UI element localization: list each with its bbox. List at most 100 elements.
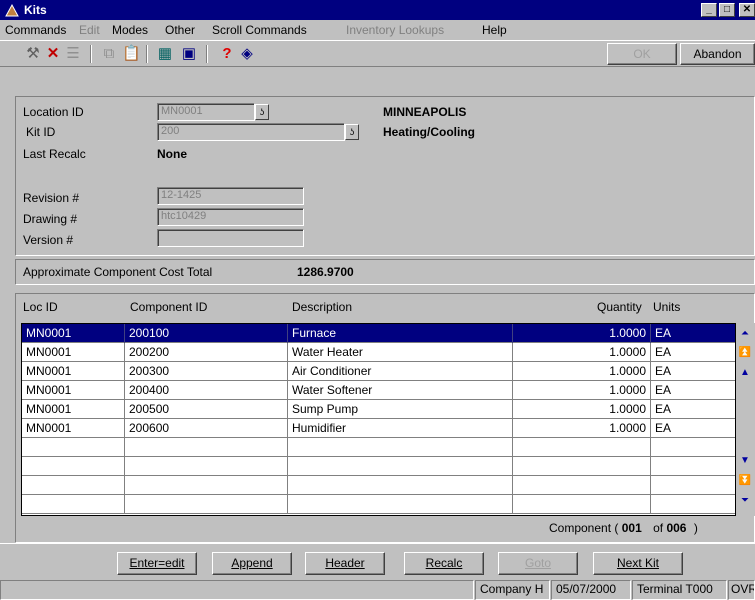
header-panel <box>15 96 755 256</box>
cell-quantity: 1.0000 <box>513 343 651 362</box>
toolbar-separator <box>146 45 148 63</box>
kit-lookup-button[interactable]: ʖ <box>345 124 359 140</box>
cell-loc-id <box>22 495 125 514</box>
col-quantity[interactable]: Quantity <box>597 300 642 314</box>
table-row[interactable]: MN0001 200600 Humidifier 1.0000 EA <box>22 419 735 438</box>
cell-units <box>651 476 716 495</box>
cell-description: Furnace <box>288 324 513 343</box>
menu-edit[interactable]: Edit <box>79 23 100 37</box>
grid-scrollbar[interactable]: ⏶ ⏫ ▲ ▼ ⏬ ⏷ <box>736 323 755 516</box>
col-units[interactable]: Units <box>653 300 680 314</box>
status-mode: OVR <box>728 580 755 600</box>
menu-modes[interactable]: Modes <box>112 23 148 37</box>
cell-units: EA <box>655 326 672 340</box>
location-id-label: Location ID <box>23 105 84 119</box>
help-icon[interactable]: ? <box>218 46 236 62</box>
table-row[interactable] <box>22 495 735 514</box>
calculator-icon[interactable]: ▦ <box>156 46 174 62</box>
cell-loc-id: MN0001 <box>22 343 125 362</box>
cell-description: Humidifier <box>288 419 513 438</box>
version-label: Version # <box>23 233 74 247</box>
version-field[interactable] <box>157 229 304 247</box>
scroll-page-up-icon[interactable]: ⏫ <box>738 347 752 361</box>
last-recalc-label: Last Recalc <box>23 147 86 161</box>
ok-button[interactable]: OK <box>607 43 677 65</box>
minimize-button[interactable]: _ <box>701 3 717 17</box>
maximize-button[interactable]: □ <box>719 3 735 17</box>
kit-id-field[interactable]: 200 <box>157 123 345 141</box>
cell-quantity: 1.0000 <box>513 400 651 419</box>
menu-commands[interactable]: Commands <box>5 23 66 37</box>
cell-component-id: 200600 <box>125 419 288 438</box>
table-row[interactable] <box>22 476 735 495</box>
drawing-field[interactable]: htc10429 <box>157 208 304 226</box>
scroll-up-icon[interactable]: ▲ <box>738 367 752 381</box>
menu-inventory-lookups[interactable]: Inventory Lookups <box>346 23 444 37</box>
scroll-page-down-icon[interactable]: ⏬ <box>738 475 752 489</box>
col-loc-id[interactable]: Loc ID <box>23 300 58 314</box>
header-button[interactable]: Header <box>305 552 385 575</box>
menu-other[interactable]: Other <box>165 23 195 37</box>
revision-field[interactable]: 12-1425 <box>157 187 304 205</box>
delete-icon[interactable]: ✕ <box>44 46 62 62</box>
cell-quantity: 1.0000 <box>513 324 651 343</box>
location-id-field[interactable]: MN0001 <box>157 103 255 121</box>
kits-app-icon <box>5 3 19 17</box>
append-button[interactable]: Append <box>212 552 292 575</box>
cost-total-label: Approximate Component Cost Total <box>23 265 213 279</box>
cell-loc-id: MN0001 <box>22 381 125 400</box>
cell-units: EA <box>655 421 672 435</box>
cost-total-value: 1286.9700 <box>297 265 354 279</box>
book-icon[interactable]: ◈ <box>238 46 256 62</box>
cell-component-id: 200500 <box>125 400 288 419</box>
status-terminal: Terminal T000 <box>632 580 727 600</box>
menu-help[interactable]: Help <box>482 23 507 37</box>
cell-loc-id: MN0001 <box>22 362 125 381</box>
next-kit-button[interactable]: Next Kit <box>593 552 683 575</box>
abandon-button[interactable]: Abandon <box>680 43 755 65</box>
table-row[interactable]: MN0001 200200 Water Heater 1.0000 EA <box>22 343 735 362</box>
col-component-id[interactable]: Component ID <box>130 300 207 314</box>
cell-quantity <box>513 457 651 476</box>
last-recalc-value: None <box>157 147 187 161</box>
window-title: Kits <box>24 3 47 17</box>
recalc-button[interactable]: Recalc <box>404 552 484 575</box>
scroll-bottom-icon[interactable]: ⏷ <box>738 495 752 509</box>
calendar-icon[interactable]: ▣ <box>180 46 198 62</box>
title-bar: Kits _ □ ✕ <box>0 0 755 20</box>
col-description[interactable]: Description <box>292 300 352 314</box>
table-row[interactable]: MN0001 200500 Sump Pump 1.0000 EA <box>22 400 735 419</box>
list-icon[interactable]: ☰ <box>64 46 82 62</box>
cell-loc-id <box>22 457 125 476</box>
menu-bar: Commands Edit Modes Other Scroll Command… <box>0 20 755 40</box>
cell-component-id <box>125 495 288 514</box>
cell-loc-id: MN0001 <box>22 419 125 438</box>
location-lookup-button[interactable]: ʖ <box>255 104 269 120</box>
goto-button[interactable]: Goto <box>498 552 578 575</box>
scroll-down-icon[interactable]: ▼ <box>738 455 752 469</box>
cell-component-id <box>125 438 288 457</box>
copy-icon[interactable]: ⧉ <box>100 46 118 62</box>
table-row[interactable]: MN0001 200400 Water Softener 1.0000 EA <box>22 381 735 400</box>
tools-icon[interactable]: ⚒ <box>24 46 42 62</box>
cell-units <box>651 438 716 457</box>
cell-quantity <box>513 495 651 514</box>
cell-loc-id: MN0001 <box>22 324 125 343</box>
table-row[interactable] <box>22 457 735 476</box>
table-row[interactable]: MN0001 200100 Furnace 1.0000 EA <box>22 324 735 343</box>
counter-total: 006 <box>666 521 687 535</box>
enter-edit-button[interactable]: Enter=edit <box>117 552 197 575</box>
button-bar: Enter=edit Append Header Recalc Goto Nex… <box>0 543 755 579</box>
table-row[interactable]: MN0001 200300 Air Conditioner 1.0000 EA <box>22 362 735 381</box>
counter-label: Component ( <box>549 521 619 535</box>
cell-description <box>288 457 513 476</box>
location-name: MINNEAPOLIS <box>383 105 467 119</box>
cell-quantity <box>513 476 651 495</box>
paste-icon[interactable]: 📋 <box>122 46 141 62</box>
scroll-top-icon[interactable]: ⏶ <box>738 328 752 342</box>
close-button[interactable]: ✕ <box>739 3 755 17</box>
cell-component-id: 200200 <box>125 343 288 362</box>
table-row[interactable] <box>22 438 735 457</box>
menu-scroll-commands[interactable]: Scroll Commands <box>212 23 307 37</box>
counter-of: of <box>653 521 664 535</box>
